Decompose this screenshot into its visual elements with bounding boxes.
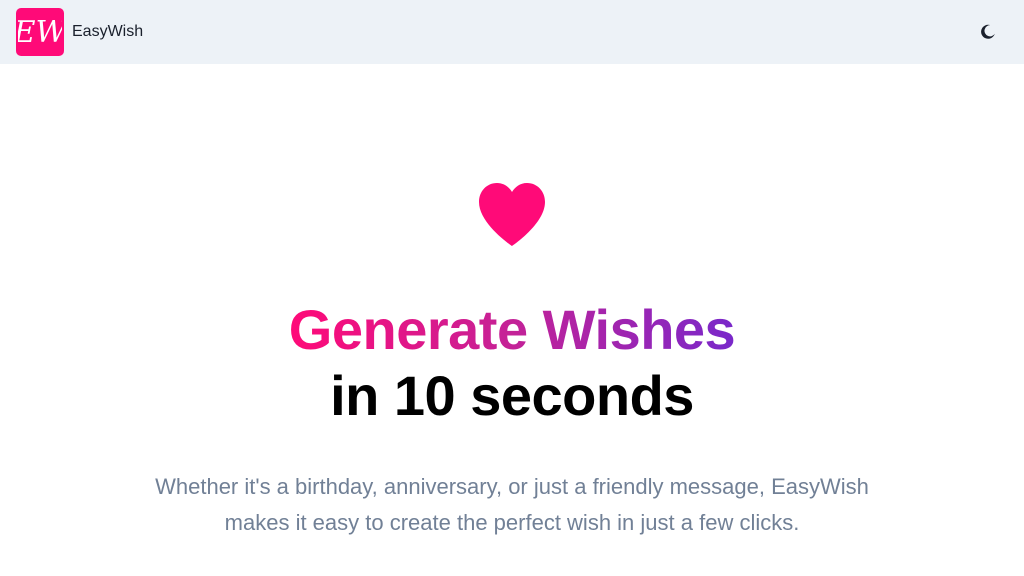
navbar: EW EasyWish <box>0 0 1024 64</box>
heart-icon <box>479 183 545 246</box>
moon-icon <box>981 24 995 39</box>
headline-plain-text: in 10 seconds <box>330 364 694 427</box>
hero-description: Whether it's a birthday, anniversary, or… <box>155 474 869 535</box>
hero-section: Generate Wishes in 10 seconds Whether it… <box>0 64 1024 576</box>
headline-gradient-text: Generate Wishes <box>288 298 736 361</box>
brand-link[interactable]: EW EasyWish <box>16 8 143 56</box>
brand-name: EasyWish <box>72 23 144 40</box>
svg-text:EW: EW <box>18 15 62 50</box>
logo-glyph: EW <box>18 15 62 50</box>
theme-toggle-button[interactable] <box>968 12 1008 52</box>
hero-headline: Generate Wishes in 10 seconds <box>0 297 1024 429</box>
easywish-logo: EW <box>16 8 64 56</box>
